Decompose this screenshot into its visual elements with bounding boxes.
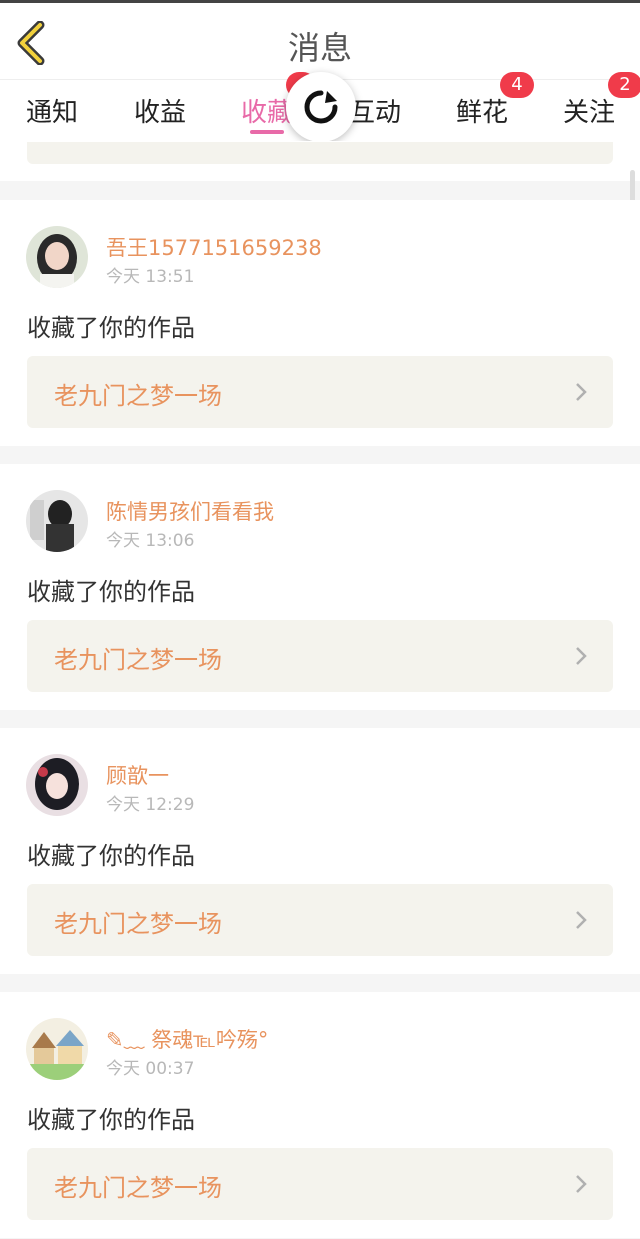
refresh-button[interactable] [286, 72, 356, 142]
work-card[interactable]: 老九门之梦一场 [27, 356, 613, 428]
chevron-right-icon [576, 647, 587, 665]
tab-interaction[interactable]: 互动 [349, 92, 401, 129]
header-bar: 消息 [0, 3, 640, 79]
avatar[interactable] [26, 226, 88, 288]
action-text: 收藏了你的作品 [27, 1106, 195, 1134]
action-text: 收藏了你的作品 [27, 314, 195, 342]
tab-follow[interactable]: 关注 [563, 92, 615, 129]
user-name[interactable]: 吾王1577151659238 [106, 232, 322, 262]
tab-flowers[interactable]: 鲜花 [456, 92, 508, 129]
chevron-right-icon [576, 1175, 587, 1193]
action-text: 收藏了你的作品 [27, 578, 195, 606]
list-item: 陈情男孩们看看我 今天 13:06 收藏了你的作品 老九门之梦一场 [0, 464, 640, 710]
chevron-right-icon [576, 383, 587, 401]
flowers-badge: 4 [500, 72, 534, 98]
action-text: 收藏了你的作品 [27, 842, 195, 870]
tab-active-indicator [250, 130, 284, 134]
tab-earnings[interactable]: 收益 [134, 92, 186, 129]
work-card[interactable]: 老九门之梦一场 [27, 1148, 613, 1220]
user-name[interactable]: 顾歆一 [106, 760, 169, 790]
refresh-icon [304, 90, 338, 124]
tab-notice[interactable]: 通知 [26, 92, 78, 129]
user-name[interactable]: ✎﹏ 祭魂℡吟殇° [106, 1024, 268, 1054]
timestamp: 今天 13:51 [106, 267, 195, 287]
timestamp: 今天 12:29 [106, 795, 195, 815]
avatar[interactable] [26, 490, 88, 552]
user-name[interactable]: 陈情男孩们看看我 [106, 496, 274, 526]
previous-item-remnant [0, 141, 640, 181]
previous-work-card[interactable] [27, 142, 613, 164]
timestamp: 今天 00:37 [106, 1059, 195, 1079]
chevron-right-icon [576, 911, 587, 929]
work-title: 老九门之梦一场 [54, 1174, 222, 1202]
list-item: 顾歆一 今天 12:29 收藏了你的作品 老九门之梦一场 [0, 728, 640, 974]
avatar[interactable] [26, 754, 88, 816]
follow-badge: 2 [608, 72, 640, 98]
page-title: 消息 [287, 29, 352, 67]
work-card[interactable]: 老九门之梦一场 [27, 620, 613, 692]
avatar[interactable] [26, 1018, 88, 1080]
work-title: 老九门之梦一场 [54, 646, 222, 674]
timestamp: 今天 13:06 [106, 531, 195, 551]
work-card[interactable]: 老九门之梦一场 [27, 884, 613, 956]
list-item: 吾王1577151659238 今天 13:51 收藏了你的作品 老九门之梦一场 [0, 200, 640, 446]
list-item: ✎﹏ 祭魂℡吟殇° 今天 00:37 收藏了你的作品 老九门之梦一场 [0, 992, 640, 1238]
work-title: 老九门之梦一场 [54, 910, 222, 938]
work-title: 老九门之梦一场 [54, 382, 222, 410]
